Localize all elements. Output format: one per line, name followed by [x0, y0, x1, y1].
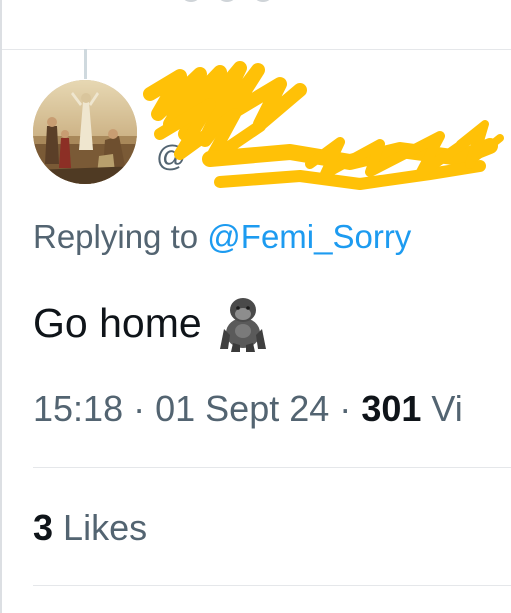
thread-connector-line	[84, 49, 87, 79]
tweet-detail-view: @ Replying to @Femi_Sorry Go home 15:18 …	[0, 0, 511, 613]
tweet-date[interactable]: 01 Sept 24	[155, 388, 329, 429]
top-divider	[2, 49, 511, 50]
meta-separator: ·	[133, 388, 146, 429]
author-handle[interactable]: @	[156, 140, 186, 174]
tweet-meta: 15:18 · 01 Sept 24 · 301 Vi	[33, 388, 463, 430]
meta-divider	[33, 467, 511, 468]
avatar[interactable]	[33, 80, 137, 184]
author-name-row[interactable]	[156, 82, 196, 134]
gorilla-icon	[219, 298, 266, 352]
tweet-time[interactable]: 15:18	[33, 388, 123, 429]
replying-label: Replying to	[33, 218, 199, 255]
replying-to-line: Replying to @Femi_Sorry	[33, 218, 411, 256]
views-label: Vi	[431, 388, 463, 429]
verified-badge-icon	[164, 93, 194, 123]
tweet-text-content: Go home	[33, 299, 202, 346]
views-count: 301	[361, 388, 422, 429]
meta-separator: ·	[339, 388, 352, 429]
column-border	[0, 0, 2, 613]
previous-tweet-remnant	[180, 0, 274, 2]
likes-count: 3	[33, 507, 54, 548]
handle-at-sign: @	[156, 140, 187, 173]
likes-label: Likes	[63, 507, 148, 548]
tweet-text: Go home	[33, 293, 270, 353]
likes-stat[interactable]: 3 Likes	[33, 507, 147, 549]
stats-divider	[33, 585, 511, 586]
replying-to-link[interactable]: @Femi_Sorry	[207, 218, 411, 255]
